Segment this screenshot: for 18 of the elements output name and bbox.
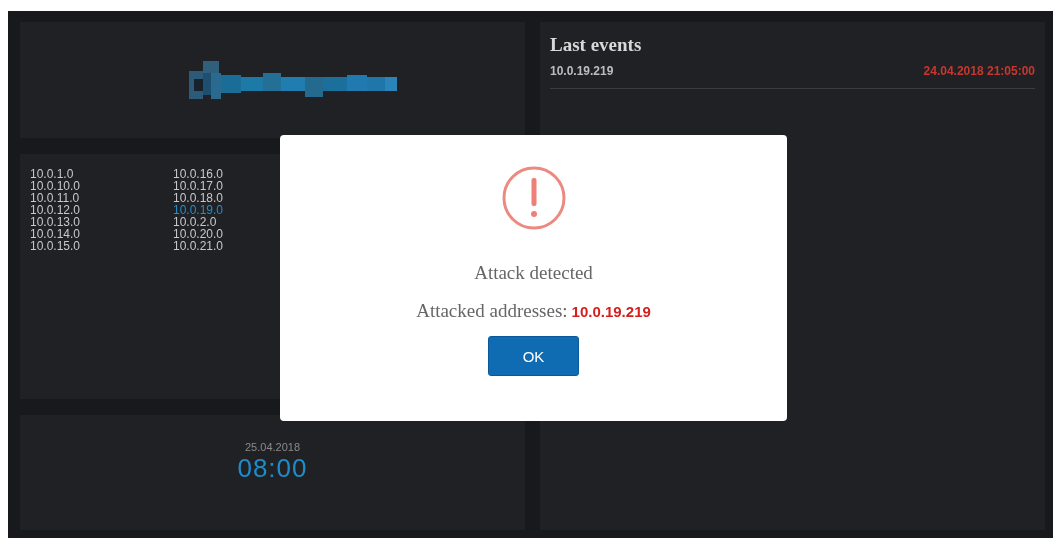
event-time: 24.04.2018 21:05:00	[923, 64, 1035, 78]
network-item[interactable]: 10.0.14.0	[30, 228, 173, 240]
network-item[interactable]: 10.0.1.0	[30, 168, 173, 180]
network-item[interactable]: 10.0.11.0	[30, 192, 173, 204]
attacked-address: 10.0.19.219	[571, 303, 651, 320]
event-address: 10.0.19.219	[550, 64, 614, 78]
clock-time: 08:00	[237, 453, 308, 484]
clock-date: 25.04.2018	[244, 441, 301, 453]
network-item[interactable]: 10.0.12.0	[30, 204, 173, 216]
warning-icon	[501, 166, 566, 230]
pixelated-logo-icon	[188, 61, 397, 99]
ok-button[interactable]: OK	[488, 336, 579, 376]
network-item[interactable]: 10.0.10.0	[30, 180, 173, 192]
dialog-title: Attack detected	[474, 262, 593, 284]
dialog-label: Attacked addresses:	[416, 300, 568, 322]
network-item[interactable]: 10.0.15.0	[30, 240, 173, 252]
network-item[interactable]: 10.0.13.0	[30, 216, 173, 228]
events-title: Last events	[550, 34, 643, 56]
